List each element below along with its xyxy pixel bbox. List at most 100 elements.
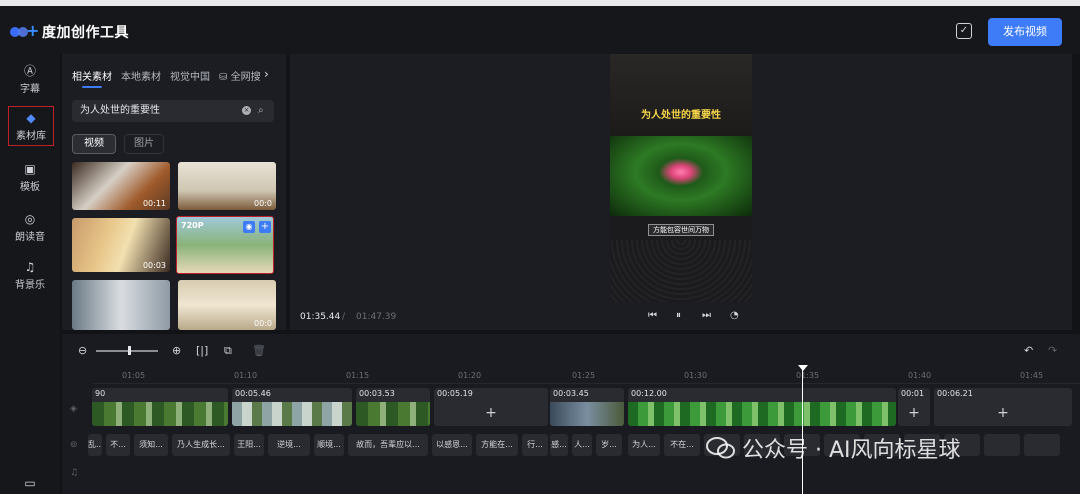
tab-vcg[interactable]: 视觉中国 — [170, 68, 210, 88]
clear-icon[interactable]: × — [242, 106, 251, 115]
preview-player: 为人处世的重要性 方能包容世间万物 01:35.44 / 01:47.39 ⏮ … — [290, 54, 1072, 330]
skip-previous-icon[interactable]: ⏮ — [648, 310, 657, 321]
filter-image[interactable]: 图片 — [124, 134, 164, 154]
redo-icon[interactable]: ↷ — [1048, 344, 1057, 357]
preview-eye-icon[interactable]: ◉ — [243, 221, 255, 233]
tab-web[interactable]: ⛁ 全网搜 — [219, 68, 261, 88]
timeline-clip-empty[interactable]: 00:05.19 + — [434, 388, 548, 426]
subtitle-block[interactable]: 故而，吾辈应以... — [348, 434, 428, 456]
subtitle-block[interactable]: 人... — [572, 434, 592, 456]
timeline-ruler[interactable]: 01:05 01:10 01:15 01:20 01:25 01:30 01:3… — [92, 368, 1080, 384]
search-value: 为人处世的重要性 — [80, 105, 160, 116]
clip-duration: 90 — [95, 389, 106, 398]
clip-duration: 00:01 — [901, 389, 925, 398]
clip-thumbnail — [92, 402, 228, 426]
search-input[interactable]: 为人处世的重要性 × ⌕ — [72, 100, 274, 122]
timeline-clip-empty[interactable]: 00:01 + — [898, 388, 930, 426]
subtitle-block[interactable] — [1024, 434, 1060, 456]
time-separator: / — [342, 312, 346, 322]
search-icon[interactable]: ⌕ — [258, 100, 264, 122]
subtitle-toggle[interactable]: ▭ — [4, 472, 56, 494]
subtitle-block[interactable] — [984, 434, 1020, 456]
subtitle-block[interactable]: 行... — [522, 434, 548, 456]
delete-icon[interactable]: 🗑 — [252, 344, 266, 357]
material-thumb[interactable]: 00:0 — [178, 162, 276, 210]
ruler-tick: 01:20 — [458, 371, 482, 380]
subtitle-block[interactable]: 为人... — [628, 434, 660, 456]
sidebar-item-label: 背景乐 — [15, 280, 45, 291]
add-clip-icon[interactable]: + — [434, 402, 548, 424]
subtitle-block[interactable]: 方能在... — [476, 434, 518, 456]
zoom-slider-knob[interactable] — [128, 346, 131, 355]
clip-duration: 00:12.00 — [631, 389, 667, 398]
sidebar: Ⓐ 字幕 ◆ 素材库 ▣ 模板 ◎ 朗读音 ♫ 背景乐 ▭ — [0, 54, 60, 494]
undo-icon[interactable]: ↶ — [1024, 344, 1033, 357]
playhead-handle[interactable] — [798, 365, 808, 371]
thumb-duration: 00:0 — [254, 319, 272, 328]
tab-indicator — [82, 86, 102, 88]
video-preview[interactable]: 为人处世的重要性 方能包容世间万物 — [610, 54, 752, 302]
subtitle-block[interactable]: 不在... — [664, 434, 700, 456]
wechat-icon — [706, 437, 735, 459]
clip-duration: 00:05.19 — [437, 389, 473, 398]
copy-icon[interactable]: ⧉ — [224, 344, 232, 358]
skip-next-icon[interactable]: ⏭ — [702, 310, 711, 321]
zoom-in-icon[interactable]: ⊕ — [172, 344, 181, 357]
clip-duration: 00:06.21 — [937, 389, 973, 398]
clip-duration: 00:05.46 — [235, 389, 271, 398]
subtitle-block[interactable]: 乱... — [88, 434, 102, 456]
timeline-clip[interactable]: 00:05.46 — [232, 388, 352, 426]
subtitle-block[interactable]: 逆境... — [268, 434, 310, 456]
add-clip-icon[interactable]: + — [934, 402, 1072, 424]
pause-icon[interactable]: ⏸ — [676, 310, 681, 321]
sidebar-item-music[interactable]: ♫ 背景乐 — [4, 256, 56, 298]
settings-icon[interactable]: ◔ — [730, 310, 739, 321]
material-thumb[interactable]: 00:0 — [178, 280, 276, 330]
subtitle-block[interactable]: 顺境... — [314, 434, 344, 456]
sidebar-item-voice[interactable]: ◎ 朗读音 — [4, 208, 56, 250]
zoom-out-icon[interactable]: ⊖ — [78, 344, 87, 357]
timeline-clip-empty[interactable]: 00:06.21 + — [934, 388, 1072, 426]
tab-web-label: 全网搜 — [230, 72, 261, 83]
header: + 度加创作工具 ✓ 发布视频 — [0, 6, 1080, 54]
tab-local[interactable]: 本地素材 — [121, 68, 161, 88]
thumb-duration: 00:03 — [142, 261, 166, 270]
material-thumb-selected[interactable]: 720P ◉ + — [176, 216, 274, 274]
subtitle-block[interactable]: 以感恩... — [432, 434, 472, 456]
subtitle-block[interactable]: 须知... — [134, 434, 168, 456]
tab-related[interactable]: 相关素材 — [72, 68, 112, 88]
split-icon[interactable]: [|] — [196, 344, 208, 357]
subtitle-block[interactable]: 岁... — [596, 434, 622, 456]
add-icon[interactable]: + — [259, 221, 271, 233]
timeline-clip[interactable]: 00:12.00 — [628, 388, 896, 426]
caption-icon: Ⓐ — [23, 64, 36, 78]
ruler-tick: 01:30 — [684, 371, 708, 380]
material-thumb[interactable]: 00:03 — [72, 218, 170, 272]
subtitle-block[interactable]: 王阳... — [234, 434, 264, 456]
sidebar-item-label: 素材库 — [16, 131, 46, 142]
subtitle-block[interactable]: 乃人生成长... — [172, 434, 230, 456]
sidebar-item-caption[interactable]: Ⓐ 字幕 — [4, 60, 56, 102]
audio-track-icon: ♫ — [70, 468, 79, 478]
timeline-clip[interactable]: 90 — [92, 388, 228, 426]
subtitle-block[interactable]: 感... — [550, 434, 568, 456]
sidebar-item-material[interactable]: ◆ 素材库 — [8, 106, 54, 146]
timeline: ⊖ ⊕ [|] ⧉ 🗑 ↶ ↷ 01:05 01:10 01:15 01:20 … — [62, 334, 1080, 494]
publish-button[interactable]: 发布视频 — [988, 18, 1062, 46]
current-time: 01:35.44 — [300, 312, 341, 322]
zoom-slider[interactable] — [96, 350, 158, 352]
sidebar-item-template[interactable]: ▣ 模板 — [4, 158, 56, 200]
subtitle-block[interactable]: 不... — [106, 434, 130, 456]
timeline-clip[interactable]: 00:03.53 — [356, 388, 430, 426]
playhead[interactable] — [802, 368, 803, 494]
web-icon: ⛁ — [219, 72, 228, 83]
clip-thumbnail — [356, 402, 430, 426]
material-thumb[interactable] — [72, 280, 170, 330]
add-clip-icon[interactable]: + — [898, 402, 930, 424]
chevron-right-icon[interactable]: › — [264, 67, 269, 81]
timeline-clip[interactable]: 00:03.45 — [550, 388, 624, 426]
total-time: 01:47.39 — [356, 312, 397, 322]
filter-video[interactable]: 视频 — [72, 134, 116, 154]
checklist-icon[interactable]: ✓ — [956, 23, 972, 39]
material-thumb[interactable]: 00:11 — [72, 162, 170, 210]
